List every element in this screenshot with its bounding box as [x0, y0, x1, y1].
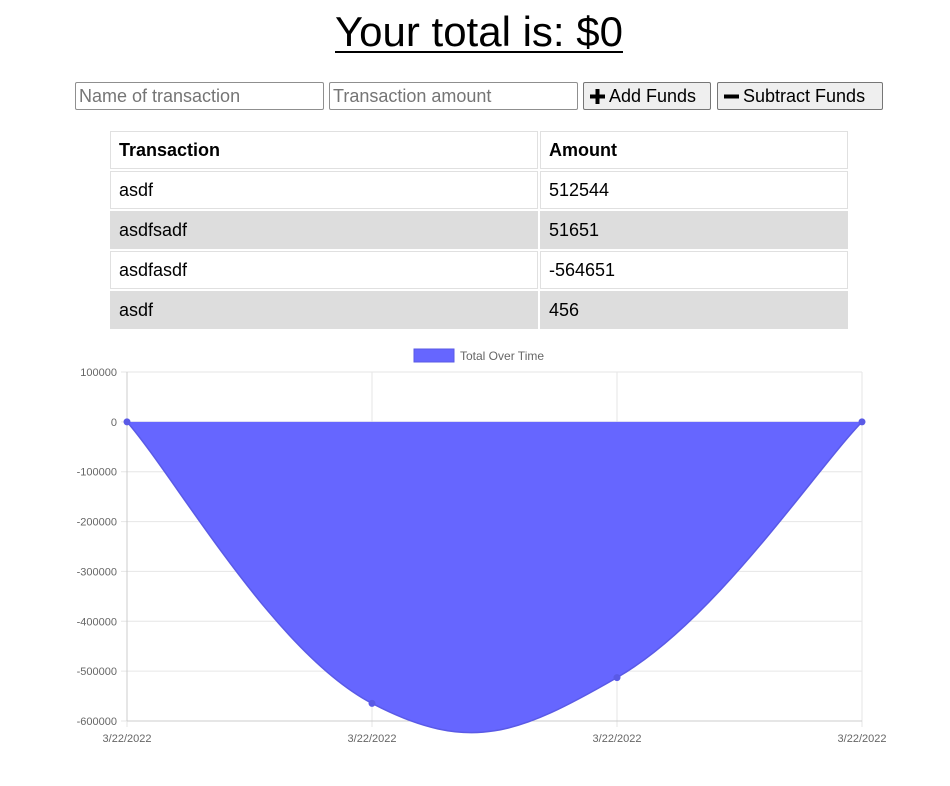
y-tick-label: -300000	[77, 566, 117, 578]
table-row: asdf 512544	[110, 171, 848, 209]
transaction-amount-cell: 456	[540, 291, 848, 329]
transaction-name-cell: asdfasdf	[110, 251, 538, 289]
header-transaction: Transaction	[110, 131, 538, 169]
transaction-amount-input[interactable]	[329, 82, 578, 110]
transaction-name-cell: asdf	[110, 171, 538, 209]
data-point	[123, 418, 131, 426]
data-point	[368, 699, 376, 707]
add-funds-button[interactable]: Add Funds	[583, 82, 711, 110]
table-header-row: Transaction Amount	[110, 131, 848, 169]
table-row: asdfasdf -564651	[110, 251, 848, 289]
transactions-table: Transaction Amount asdf 512544 asdfsadf …	[108, 129, 850, 331]
y-tick-label: 0	[111, 417, 117, 429]
header-amount: Amount	[540, 131, 848, 169]
y-tick-label: -400000	[77, 616, 117, 628]
transaction-amount-cell: -564651	[540, 251, 848, 289]
transaction-name-cell: asdfsadf	[110, 211, 538, 249]
plus-icon	[590, 88, 605, 104]
table-row: asdf 456	[110, 291, 848, 329]
legend-swatch	[413, 348, 455, 363]
transaction-name-input[interactable]	[75, 82, 324, 110]
y-tick-label: -200000	[77, 517, 117, 529]
x-tick-label: 3/22/2022	[103, 733, 152, 745]
add-funds-label: Add Funds	[609, 85, 697, 106]
x-tick-label: 3/22/2022	[593, 733, 642, 745]
subtract-funds-button[interactable]: Subtract Funds	[717, 82, 883, 110]
transaction-amount-cell: 512544	[540, 171, 848, 209]
transaction-name-cell: asdf	[110, 291, 538, 329]
x-tick-label: 3/22/2022	[838, 733, 887, 745]
y-tick-label: -600000	[77, 716, 117, 728]
series-area	[127, 421, 862, 733]
data-point	[613, 674, 621, 682]
data-point	[858, 418, 866, 426]
total-heading: Your total is: $0	[335, 8, 623, 55]
x-tick-label: 3/22/2022	[348, 733, 397, 745]
minus-icon	[724, 94, 739, 98]
y-tick-label: 100000	[80, 367, 117, 379]
y-tick-label: -100000	[77, 467, 117, 479]
table-row: asdfsadf 51651	[110, 211, 848, 249]
y-tick-label: -500000	[77, 666, 117, 678]
transaction-amount-cell: 51651	[540, 211, 848, 249]
total-over-time-chart: 100000 0 -100000 -200000 -300000 -400000 -5000…	[77, 348, 887, 745]
subtract-funds-label: Subtract Funds	[743, 85, 866, 106]
legend-label: Total Over Time	[460, 349, 544, 363]
